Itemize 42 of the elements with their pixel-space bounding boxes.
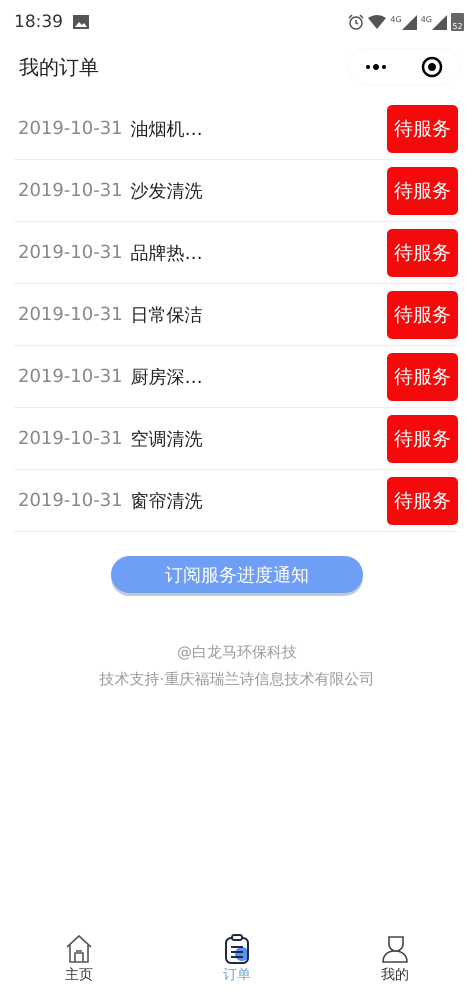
service-name: 空调清洗 [130, 428, 204, 450]
status-button[interactable]: 待服务 [387, 104, 458, 152]
alarm-icon [348, 14, 364, 30]
order-date: 2019-10-31 [18, 180, 123, 201]
signal-icon [402, 14, 417, 30]
order-date: 2019-10-31 [18, 118, 123, 139]
service-name: 窗帘清洗 [130, 490, 204, 512]
service-name: 品牌热… [130, 242, 204, 264]
network-label: 4G [420, 14, 432, 24]
tab-item[interactable]: 我的 [316, 934, 474, 994]
order-date: 2019-10-31 [18, 366, 123, 387]
status-button[interactable]: 待服务 [387, 290, 458, 338]
footer-text: @白龙马环保科技 [177, 643, 297, 662]
page-title: 我的订单 [19, 54, 100, 80]
order-date: 2019-10-31 [18, 428, 123, 449]
signal-icon [432, 14, 447, 30]
status-button[interactable]: 待服务 [387, 166, 458, 214]
subscribe-button[interactable]: 订阅服务进度通知 [111, 556, 363, 593]
status-button[interactable]: 待服务 [387, 228, 458, 276]
more-icon [365, 64, 387, 70]
user-icon [381, 934, 409, 964]
order-date: 2019-10-31 [18, 304, 123, 325]
service-name: 日常保洁 [130, 304, 204, 326]
order-date: 2019-10-31 [18, 242, 123, 263]
target-icon [421, 56, 443, 78]
service-name: 厨房深… [130, 366, 204, 388]
image-icon [73, 15, 89, 29]
tab-item[interactable]: 主页 [0, 934, 158, 994]
network-label: 4G [390, 14, 402, 24]
order-date: 2019-10-31 [18, 490, 123, 511]
wifi-icon [368, 15, 386, 29]
status-time: 18:39 [14, 12, 63, 32]
tab-item[interactable]: 订单 [158, 934, 316, 994]
home-icon [65, 934, 93, 964]
clipboard-icon [223, 934, 251, 964]
service-name: 沙发清洗 [130, 180, 204, 202]
footer-text: 技术支持·重庆福瑞兰诗信息技术有限公司 [100, 670, 374, 689]
status-button[interactable]: 待服务 [387, 352, 458, 400]
status-button[interactable]: 待服务 [387, 476, 458, 524]
status-button[interactable]: 待服务 [387, 414, 458, 462]
battery-icon: 52 [451, 13, 464, 31]
service-name: 油烟机… [130, 118, 204, 140]
